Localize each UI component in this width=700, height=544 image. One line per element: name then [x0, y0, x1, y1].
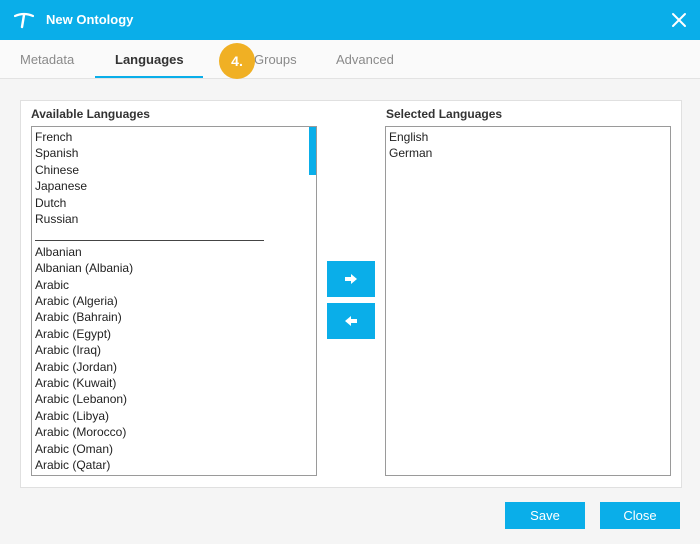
scrollbar-thumb[interactable]: [309, 127, 316, 175]
list-item[interactable]: Arabic (Oman): [35, 441, 316, 457]
list-item[interactable]: Arabic: [35, 277, 316, 293]
tab-advanced[interactable]: Advanced: [336, 52, 394, 68]
available-languages-label: Available Languages: [31, 107, 150, 121]
save-button[interactable]: Save: [505, 502, 585, 529]
list-item[interactable]: German: [389, 145, 670, 161]
tab-bar: Metadata Languages Groups Advanced: [0, 40, 700, 79]
step-badge: 4.: [219, 43, 255, 79]
list-item[interactable]: Arabic (Egypt): [35, 326, 316, 342]
arrow-left-icon: [345, 316, 357, 326]
add-language-button[interactable]: [327, 261, 375, 297]
list-item[interactable]: Albanian (Albania): [35, 260, 316, 276]
list-item[interactable]: French: [35, 129, 316, 145]
tab-metadata[interactable]: Metadata: [20, 52, 74, 68]
selected-languages-label: Selected Languages: [386, 107, 503, 121]
available-languages-list[interactable]: French Spanish Chinese Japanese Dutch Russian…: [31, 126, 317, 476]
dialog-title: New Ontology: [46, 12, 134, 27]
list-item[interactable]: English: [389, 129, 670, 145]
list-item[interactable]: Arabic (Bahrain): [35, 309, 316, 325]
list-item[interactable]: Arabic (Libya): [35, 408, 316, 424]
list-item[interactable]: Arabic (Qatar): [35, 457, 316, 473]
tab-languages[interactable]: Languages: [115, 52, 184, 68]
list-item[interactable]: Dutch: [35, 195, 316, 211]
title-bar: New Ontology: [0, 0, 700, 40]
list-separator: [35, 227, 316, 243]
list-item[interactable]: Japanese: [35, 178, 316, 194]
arrow-right-icon: [345, 274, 357, 284]
close-icon[interactable]: [670, 11, 688, 29]
list-item[interactable]: Arabic (Morocco): [35, 424, 316, 440]
list-item[interactable]: Arabic (Algeria): [35, 293, 316, 309]
list-item[interactable]: Arabic (Lebanon): [35, 391, 316, 407]
selected-languages-list[interactable]: English German: [385, 126, 671, 476]
new-ontology-dialog: New Ontology Metadata Languages Groups A…: [0, 0, 700, 544]
list-item[interactable]: Albanian: [35, 244, 316, 260]
list-item[interactable]: Arabic (Kuwait): [35, 375, 316, 391]
tab-groups[interactable]: Groups: [254, 52, 297, 68]
list-item[interactable]: Russian: [35, 211, 316, 227]
list-item[interactable]: Arabic (Iraq): [35, 342, 316, 358]
remove-language-button[interactable]: [327, 303, 375, 339]
list-item[interactable]: Spanish: [35, 145, 316, 161]
close-button[interactable]: Close: [600, 502, 680, 529]
list-item[interactable]: Chinese: [35, 162, 316, 178]
active-tab-indicator: [95, 76, 203, 78]
list-item[interactable]: Arabic (Jordan): [35, 359, 316, 375]
t-logo-icon: [14, 12, 34, 29]
